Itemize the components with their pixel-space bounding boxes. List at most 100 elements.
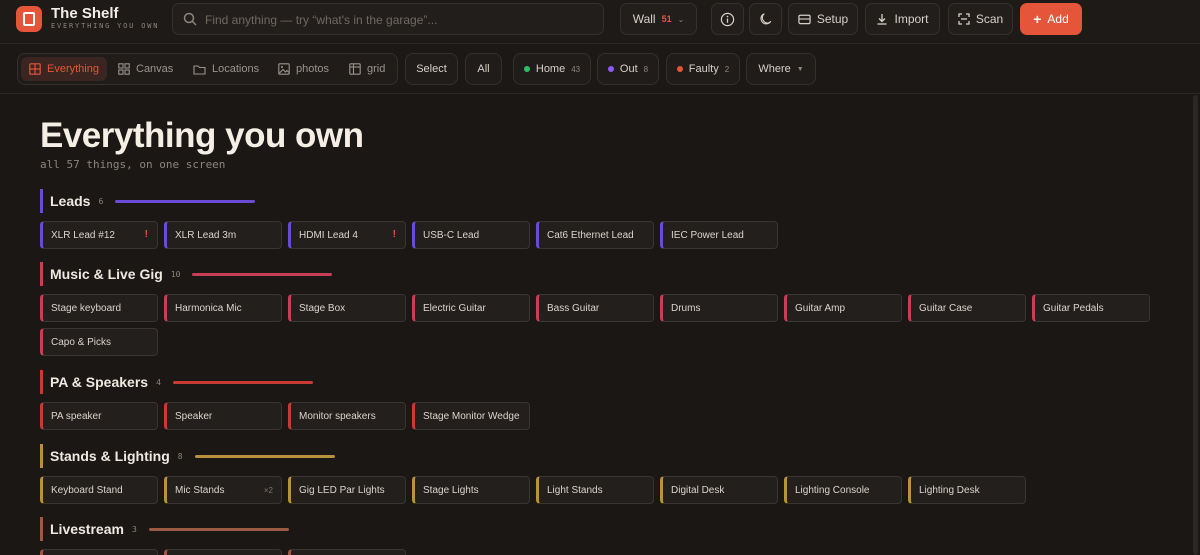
wall-button[interactable]: Wall 51 ⌄ [620, 3, 697, 35]
faulty-filter-button[interactable]: Faulty 2 [666, 53, 740, 85]
category-header[interactable]: Livestream 3 [40, 517, 1160, 541]
item-name: IEC Power Lead [671, 229, 744, 241]
item-card[interactable] [164, 549, 282, 555]
item-card[interactable]: USB-C Lead [412, 221, 530, 249]
category-color-bar [172, 380, 313, 384]
info-button[interactable] [711, 3, 744, 35]
item-card[interactable]: Keyboard Stand [40, 476, 158, 504]
item-card[interactable]: Capo & Picks [40, 328, 158, 356]
status-dot-icon [676, 66, 683, 72]
category-section: Stands & Lighting 8 Keyboard Stand Mic Stan… [40, 444, 1160, 504]
wall-count: 51 [661, 14, 672, 24]
all-filter-button[interactable]: All [465, 53, 502, 85]
item-card[interactable]: Guitar Pedals [1032, 294, 1150, 322]
category-color-bar [148, 527, 289, 531]
search-input[interactable] [205, 10, 595, 30]
item-name: Guitar Pedals [1043, 302, 1104, 314]
folder-icon [193, 64, 206, 75]
scan-button[interactable]: Scan [948, 3, 1013, 35]
item-card[interactable]: Cat6 Ethernet Lead [536, 221, 654, 249]
tab-everything[interactable]: Everything [21, 57, 107, 81]
item-card[interactable]: Speaker [164, 402, 282, 430]
item-card[interactable]: Light Stands [536, 476, 654, 504]
category-section: Leads 6 XLR Lead #12! XLR Lead 3m HDMI Lead … [40, 189, 1160, 249]
import-label: Import [894, 12, 929, 26]
category-header[interactable]: Music & Live Gig 10 [40, 262, 1160, 286]
item-name: HDMI Lead 4 [299, 229, 358, 241]
theme-toggle-button[interactable] [749, 3, 782, 35]
tab-label: Everything [47, 63, 99, 75]
fault-flag-icon: ! [392, 229, 396, 240]
item-card[interactable]: Stage Lights [412, 476, 530, 504]
item-card[interactable]: PA speaker [40, 402, 158, 430]
tab-locations[interactable]: Locations [185, 57, 267, 81]
moon-icon [759, 13, 771, 25]
select-label: Select [416, 63, 447, 75]
item-name: Gig LED Par Lights [299, 484, 385, 496]
item-card[interactable]: Electric Guitar [412, 294, 530, 322]
select-button[interactable]: Select [405, 53, 458, 85]
category-color-bar [115, 199, 256, 203]
item-name: PA speaker [51, 410, 102, 422]
tab-label: Canvas [136, 63, 174, 75]
where-dropdown[interactable]: Where ▼ [746, 53, 816, 85]
item-name: USB-C Lead [423, 229, 480, 241]
item-card[interactable]: Guitar Case [908, 294, 1026, 322]
item-card[interactable]: Digital Desk [660, 476, 778, 504]
item-name: Drums [671, 302, 701, 314]
plus-icon: + [1033, 11, 1042, 27]
item-card[interactable]: Lighting Desk [908, 476, 1026, 504]
home-filter-button[interactable]: Home 43 [513, 53, 591, 85]
item-name: Bass Guitar [547, 302, 600, 314]
item-card[interactable]: Mic Stands ×2 [164, 476, 282, 504]
grid-icon [29, 63, 41, 75]
scrollbar[interactable] [1193, 95, 1198, 555]
tab-label: photos [296, 63, 330, 75]
setup-button[interactable]: Setup [788, 3, 858, 35]
wall-label: Wall [632, 12, 656, 26]
out-count: 8 [643, 64, 649, 74]
item-name: Cat6 Ethernet Lead [547, 229, 634, 241]
item-card[interactable]: HDMI Lead 4! [288, 221, 406, 249]
tab-photos[interactable]: photos [270, 57, 337, 81]
item-card[interactable]: Drums [660, 294, 778, 322]
shelf-logo-icon[interactable] [16, 6, 42, 32]
status-dot-icon [607, 66, 614, 72]
item-name: Lighting Console [795, 484, 870, 496]
import-button[interactable]: Import [865, 3, 940, 35]
tab-label: grid [367, 63, 386, 75]
tab-grid[interactable]: grid [341, 57, 393, 81]
item-card[interactable]: Bass Guitar [536, 294, 654, 322]
search-bar[interactable] [172, 3, 604, 35]
category-title: Stands & Lighting [50, 448, 170, 464]
item-card[interactable]: Stage Monitor Wedge [412, 402, 530, 430]
category-header[interactable]: Stands & Lighting 8 [40, 444, 1160, 468]
category-title: PA & Speakers [50, 374, 149, 390]
item-card[interactable] [288, 549, 406, 555]
item-card[interactable]: Stage Box [288, 294, 406, 322]
item-card[interactable]: IEC Power Lead [660, 221, 778, 249]
item-card[interactable]: XLR Lead 3m [164, 221, 282, 249]
category-header[interactable]: Leads 6 [40, 189, 1160, 213]
item-card[interactable] [40, 549, 158, 555]
item-card[interactable]: Stage keyboard [40, 294, 158, 322]
item-card[interactable]: XLR Lead #12! [40, 221, 158, 249]
category-title: Music & Live Gig [50, 266, 163, 282]
scan-label: Scan [975, 12, 1004, 26]
out-label: Out [619, 63, 638, 75]
item-card[interactable]: Harmonica Mic [164, 294, 282, 322]
item-card[interactable]: Guitar Amp [784, 294, 902, 322]
caret-down-icon: ▼ [796, 65, 804, 73]
item-card[interactable]: Monitor speakers [288, 402, 406, 430]
page-title: Everything you own [40, 116, 364, 155]
item-card[interactable]: Lighting Console [784, 476, 902, 504]
add-button[interactable]: + Add [1020, 3, 1082, 35]
out-filter-button[interactable]: Out 8 [597, 53, 659, 85]
item-card[interactable]: Gig LED Par Lights [288, 476, 406, 504]
category-header[interactable]: PA & Speakers 4 [40, 370, 1160, 394]
tab-canvas[interactable]: Canvas [110, 57, 181, 81]
scan-icon [958, 13, 970, 25]
filter-bar: Everything Canvas Locations photos grid … [0, 45, 1200, 94]
download-icon [877, 14, 887, 25]
item-name: Stage keyboard [51, 302, 122, 314]
